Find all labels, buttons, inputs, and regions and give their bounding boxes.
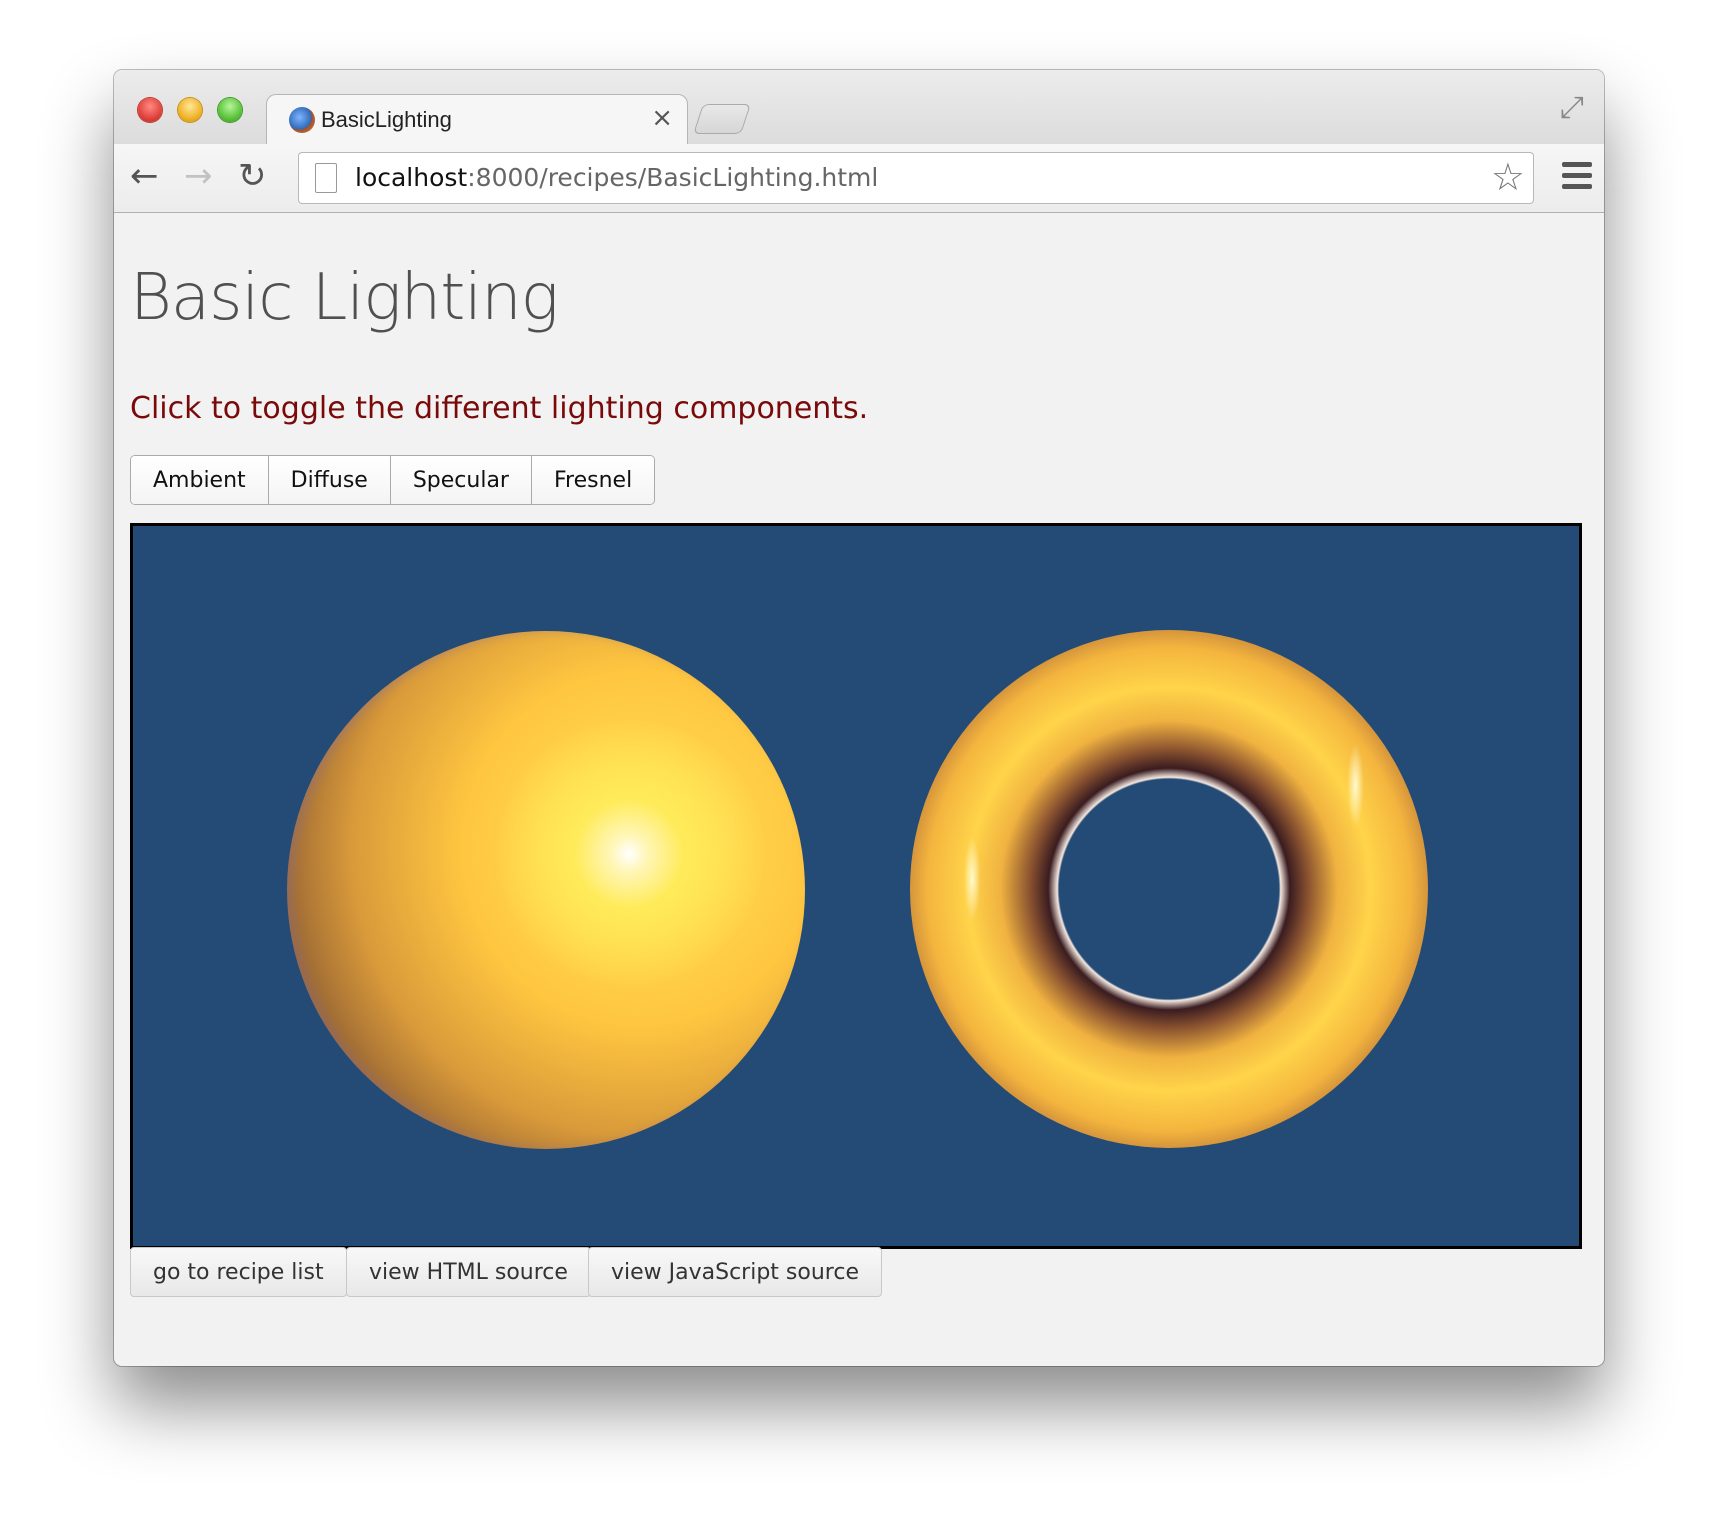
torus-specular-highlight <box>910 630 1428 1148</box>
url-text[interactable]: localhost:8000/recipes/BasicLighting.htm… <box>355 163 878 192</box>
lighting-toggle-group: Ambient Diffuse Specular Fresnel <box>130 455 656 505</box>
address-bar[interactable]: localhost:8000/recipes/BasicLighting.htm… <box>298 152 1534 204</box>
forward-icon[interactable]: → <box>184 156 213 196</box>
lit-sphere <box>287 631 805 1149</box>
browser-window: BasicLighting × ⤢ ← → ↻ localhost:8000/r… <box>114 70 1604 1366</box>
close-window-icon[interactable] <box>138 98 162 122</box>
recipe-list-button[interactable]: go to recipe list <box>130 1247 347 1297</box>
instructions-text: Click to toggle the different lighting c… <box>130 391 869 426</box>
bookmark-star-icon[interactable]: ☆ <box>1491 155 1525 199</box>
page-icon <box>315 163 337 193</box>
tab-close-icon[interactable]: × <box>651 103 673 133</box>
toggle-diffuse-button[interactable]: Diffuse <box>268 456 391 504</box>
url-path: :8000/recipes/BasicLighting.html <box>467 163 879 192</box>
title-bar: BasicLighting × ⤢ <box>114 70 1604 147</box>
toggle-ambient-button[interactable]: Ambient <box>131 456 269 504</box>
toggle-specular-button[interactable]: Specular <box>390 456 532 504</box>
fullscreen-icon[interactable]: ⤢ <box>1560 90 1584 125</box>
back-icon[interactable]: ← <box>130 156 159 196</box>
menu-icon[interactable] <box>1562 162 1592 195</box>
page-content: Basic Lighting Click to toggle the diffe… <box>114 213 1604 1366</box>
new-tab-button[interactable] <box>693 104 751 134</box>
page-title: Basic Lighting <box>130 261 559 335</box>
favicon-icon <box>289 107 315 133</box>
toggle-fresnel-button[interactable]: Fresnel <box>531 456 655 504</box>
webgl-canvas[interactable] <box>130 523 1582 1249</box>
reload-icon[interactable]: ↻ <box>238 156 267 196</box>
url-host: localhost <box>355 163 468 192</box>
minimize-window-icon[interactable] <box>178 98 202 122</box>
tab-basiclighting[interactable]: BasicLighting × <box>266 94 688 147</box>
view-html-source-button[interactable]: view HTML source <box>346 1247 591 1297</box>
zoom-window-icon[interactable] <box>218 98 242 122</box>
tab-title: BasicLighting <box>321 107 452 132</box>
view-javascript-source-button[interactable]: view JavaScript source <box>588 1247 882 1297</box>
browser-toolbar: ← → ↻ localhost:8000/recipes/BasicLighti… <box>114 144 1604 213</box>
